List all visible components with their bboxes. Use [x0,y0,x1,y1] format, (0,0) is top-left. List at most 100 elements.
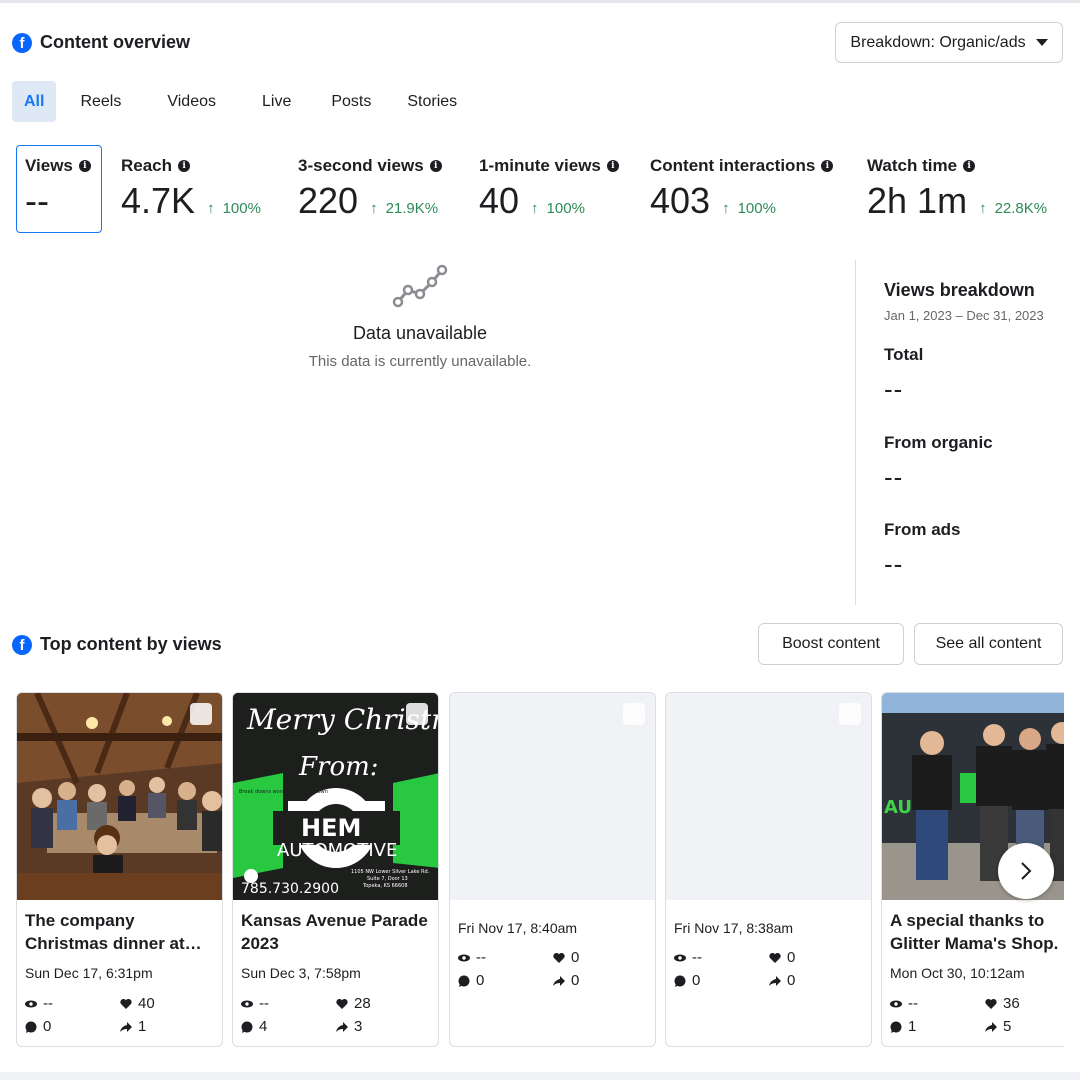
info-icon[interactable]: i [606,160,619,172]
comments-value: 0 [692,972,701,989]
organic-label: From organic [884,433,993,452]
flyer-side-text: Break downs won't break you down [239,789,328,795]
metric-label: Views [25,156,73,175]
tab-live[interactable]: Live [250,81,303,122]
metric-change-value: 22.8K% [994,200,1048,217]
tab-videos[interactable]: Videos [155,81,228,122]
boost-content-button[interactable]: Boost content [758,623,904,665]
photo-type-icon [190,703,212,725]
ads-label: From ads [884,520,961,539]
heart-icon [553,952,565,963]
post-thumbnail[interactable]: Merry Christmas From: Break downs won't … [233,693,438,900]
flyer-brand-1: HEM [301,814,361,842]
content-card[interactable]: Fri Nov 17, 8:38am -- 0 0 0 [665,692,872,1047]
views-stat: -- [458,949,486,966]
metric-change: ↑ 21.9K% [370,200,438,217]
info-icon[interactable]: i [821,160,834,172]
post-type-icon [623,703,645,725]
shares-value: 3 [354,1018,363,1035]
metric-content-interactions[interactable]: Content interactions i 403 ↑ 100% [650,156,834,222]
metric-change: ↑ 100% [722,200,776,217]
metric-3-second-views[interactable]: 3-second views i 220 ↑ 21.9K% [298,156,442,222]
likes-stat: 0 [553,949,579,966]
flyer-address-3: Topeka, KS 66608 [362,883,408,889]
views-value: -- [476,949,486,966]
data-unavailable-panel: Data unavailable This data is currently … [240,262,600,370]
views-breakdown-title: Views breakdown [884,280,1035,300]
metric-change: ↑ 22.8K% [979,200,1047,217]
shares-stat: 0 [553,972,579,989]
comments-stat: 0 [458,972,484,989]
likes-value: 0 [571,949,580,966]
organic-value: -- [884,462,904,492]
comments-value: 4 [259,1018,268,1035]
carousel-next-button[interactable] [998,843,1054,899]
info-icon[interactable]: i [963,160,976,172]
post-date: Sun Dec 3, 7:58pm [241,965,361,981]
arrow-up-icon: ↑ [370,200,378,217]
heart-icon [120,998,132,1009]
info-icon[interactable]: i [178,160,191,172]
top-content-carousel: The company Christmas dinner at… Sun Dec… [16,692,1064,1048]
tab-posts[interactable]: Posts [319,81,383,122]
share-icon [336,1021,348,1032]
vertical-divider [855,260,856,605]
comment-icon [241,1021,253,1033]
views-stat: -- [241,995,269,1012]
views-stat: -- [25,995,53,1012]
eye-icon [25,1000,37,1007]
flyer-phone: 785.730.2900 [241,881,339,897]
heart-icon [985,998,997,1009]
likes-stat: 28 [336,995,371,1012]
post-title: The company Christmas dinner at… [25,911,202,953]
facebook-logo-icon: f [12,634,32,655]
facebook-logo-icon: f [12,32,32,53]
arrow-up-icon: ↑ [722,200,730,217]
views-breakdown-date-range: Jan 1, 2023 – Dec 31, 2023 [884,308,1044,323]
unavailable-message: This data is currently unavailable. [308,353,532,370]
breakdown-dropdown[interactable]: Breakdown: Organic/ads [835,22,1063,63]
shares-stat: 3 [336,1018,362,1035]
post-date: Sun Dec 17, 6:31pm [25,965,153,981]
views-stat: -- [890,995,918,1012]
metric-1-minute-views[interactable]: 1-minute views i 40 ↑ 100% [479,156,619,222]
share-icon [120,1021,132,1032]
content-card[interactable]: The company Christmas dinner at… Sun Dec… [16,692,223,1047]
post-thumbnail[interactable] [17,693,222,900]
top-border [0,0,1080,3]
post-date: Fri Nov 17, 8:38am [674,920,794,936]
tab-stories[interactable]: Stories [395,81,469,122]
metric-watch-time[interactable]: Watch time i 2h 1m ↑ 22.8K% [867,156,1047,222]
views-value: -- [43,995,53,1012]
bottom-divider [0,1072,1080,1080]
metric-label: Watch time [867,156,958,175]
tab-all[interactable]: All [12,81,57,122]
metric-value: -- [25,180,49,221]
share-icon [553,975,565,986]
info-icon[interactable]: i [429,160,442,172]
total-value: -- [884,374,904,404]
post-title: A special thanks to Glitter Mama's Shop. [890,911,1059,953]
see-all-content-button[interactable]: See all content [914,623,1063,665]
post-thumbnail-placeholder[interactable] [450,693,655,900]
metric-views[interactable]: Views i -- [25,156,91,222]
post-thumbnail-placeholder[interactable] [666,693,871,900]
likes-stat: 36 [985,995,1020,1012]
comments-value: 1 [908,1018,917,1035]
metric-reach[interactable]: Reach i 4.7K ↑ 100% [121,156,261,222]
content-card[interactable]: Fri Nov 17, 8:40am -- 0 0 0 [449,692,656,1047]
metric-value: 403 [650,180,711,221]
shares-value: 1 [138,1018,147,1035]
views-value: -- [908,995,918,1012]
metric-change: ↑ 100% [207,200,261,217]
comment-icon [25,1021,37,1033]
tab-reels[interactable]: Reels [68,81,133,122]
likes-stat: 40 [120,995,155,1012]
content-card[interactable]: Merry Christmas From: Break downs won't … [232,692,439,1047]
post-title: Kansas Avenue Parade 2023 [241,911,428,953]
likes-value: 40 [138,995,155,1012]
flyer-brand-2: AUTOMOTIVE [277,840,397,861]
info-icon[interactable]: i [78,160,91,172]
content-overview-header: f Content overview [12,32,190,53]
metric-change-value: 100% [737,200,776,217]
